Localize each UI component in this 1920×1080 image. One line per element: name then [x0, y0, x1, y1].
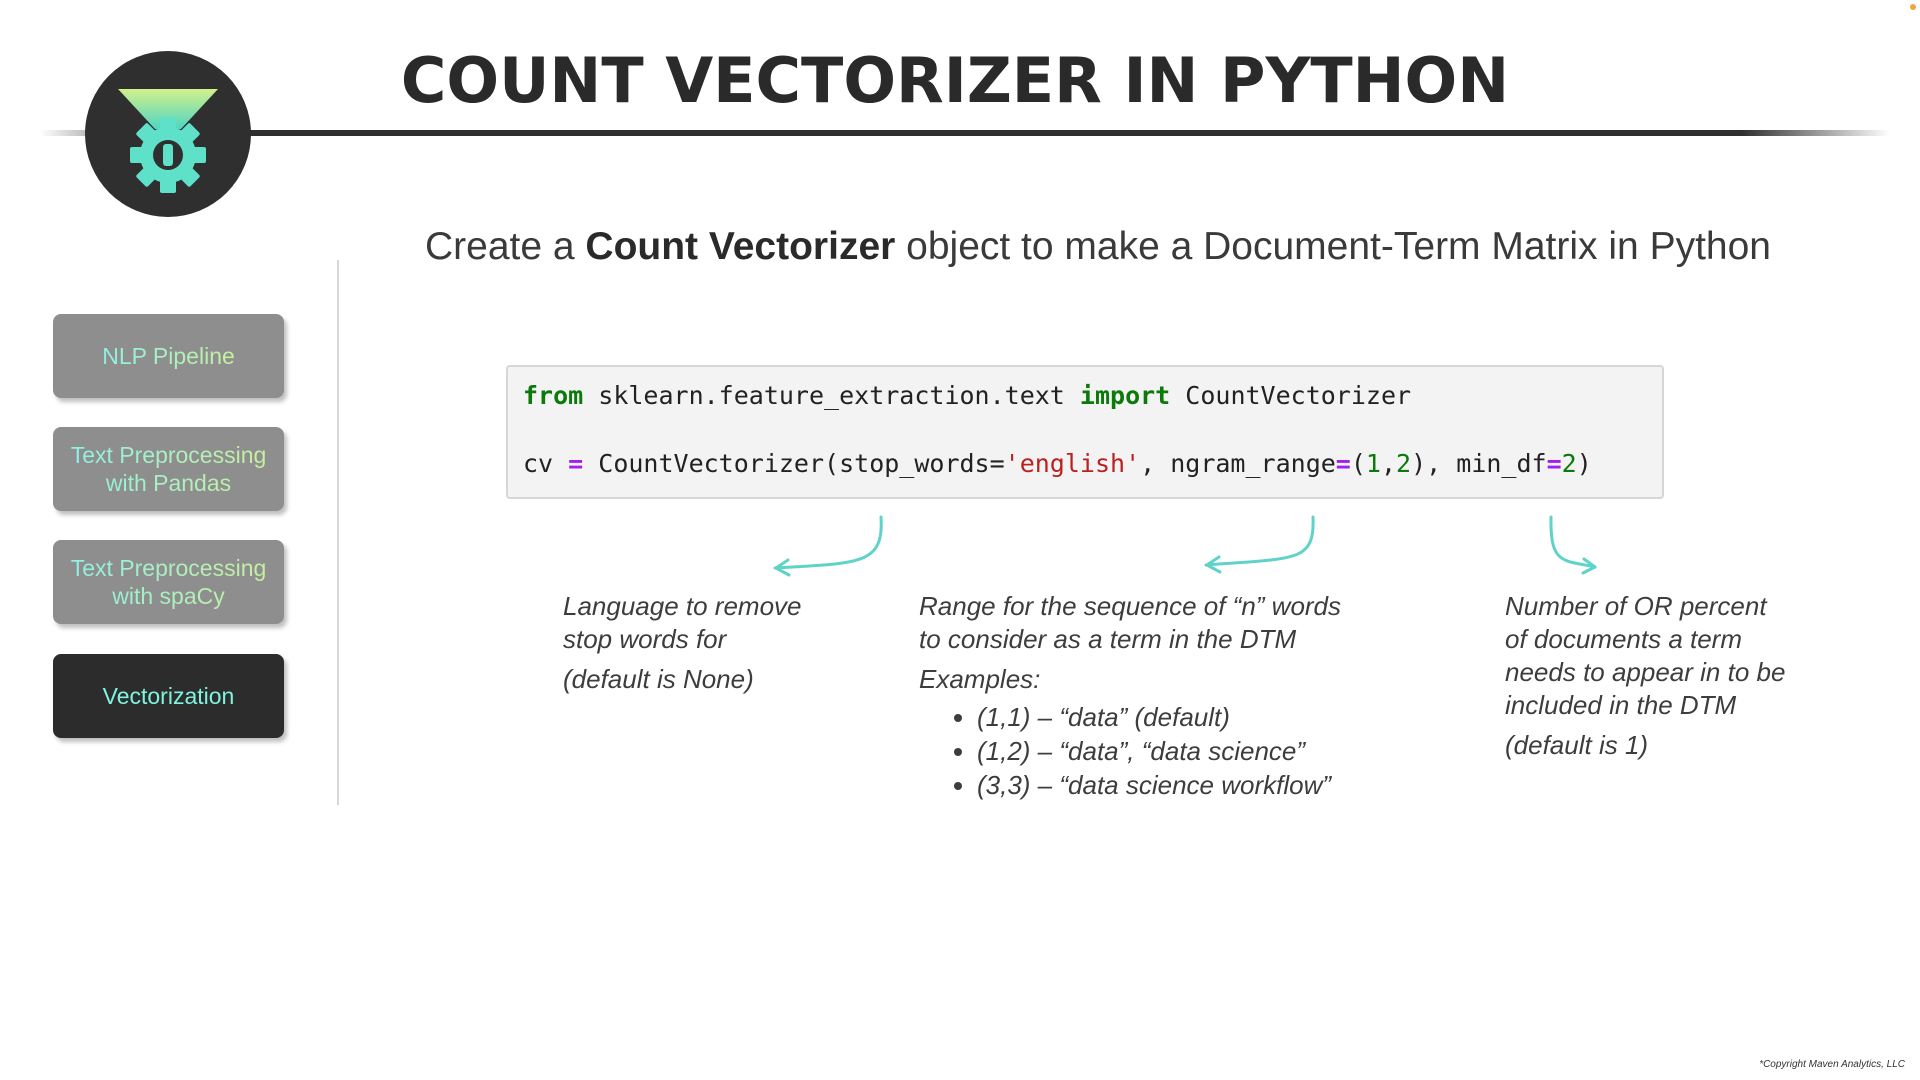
annotation-stop-words: Language to remove stop words for (defau… — [563, 591, 802, 694]
code-block: from sklearn.feature_extraction.text imp… — [506, 365, 1664, 499]
slide-subtitle: Create a Count Vectorizer object to make… — [425, 225, 1771, 268]
sidebar-item-vectorization[interactable]: Vectorization — [53, 654, 284, 738]
ngram-examples-list: (1,1) – “data” (default) (1,2) – “data”,… — [919, 700, 1379, 802]
sidebar-item-label: Vectorization — [102, 683, 235, 709]
annotation-min-df: Number of OR percent of documents a term… — [1505, 591, 1786, 760]
sidebar-item-label: Text Preprocessing with spaCy — [70, 555, 267, 609]
sidebar-item-label: NLP Pipeline — [102, 343, 235, 369]
arrow-min-df — [1549, 515, 1597, 569]
logo — [85, 51, 251, 217]
corner-dot — [1910, 4, 1916, 10]
arrow-stop-words — [773, 515, 883, 570]
title-underline — [40, 130, 1890, 136]
list-item: (3,3) – “data science workflow” — [977, 768, 1379, 802]
page-title: COUNT VECTORIZER IN PYTHON — [400, 44, 1510, 117]
sidebar-item-text-preprocessing-pandas[interactable]: Text Preprocessing with Pandas — [53, 427, 284, 511]
sidebar-item-label: Text Preprocessing with Pandas — [70, 442, 267, 496]
funnel-gear-icon — [118, 89, 218, 193]
annotation-ngram-range: Range for the sequence of “n” words to c… — [919, 590, 1379, 802]
list-item: (1,1) – “data” (default) — [977, 700, 1379, 734]
sidebar-item-nlp-pipeline[interactable]: NLP Pipeline — [53, 314, 284, 398]
annotation-arrows — [773, 515, 1597, 577]
arrow-ngram-range — [1204, 515, 1315, 567]
sidebar-item-text-preprocessing-spacy[interactable]: Text Preprocessing with spaCy — [53, 540, 284, 624]
copyright-notice: *Copyright Maven Analytics, LLC — [1759, 1059, 1905, 1070]
list-item: (1,2) – “data”, “data science” — [977, 734, 1379, 768]
code-line-vectorizer: cv = CountVectorizer(stop_words='english… — [523, 449, 1592, 478]
code-line-import: from sklearn.feature_extraction.text imp… — [523, 381, 1412, 410]
sidebar-divider — [337, 260, 339, 805]
